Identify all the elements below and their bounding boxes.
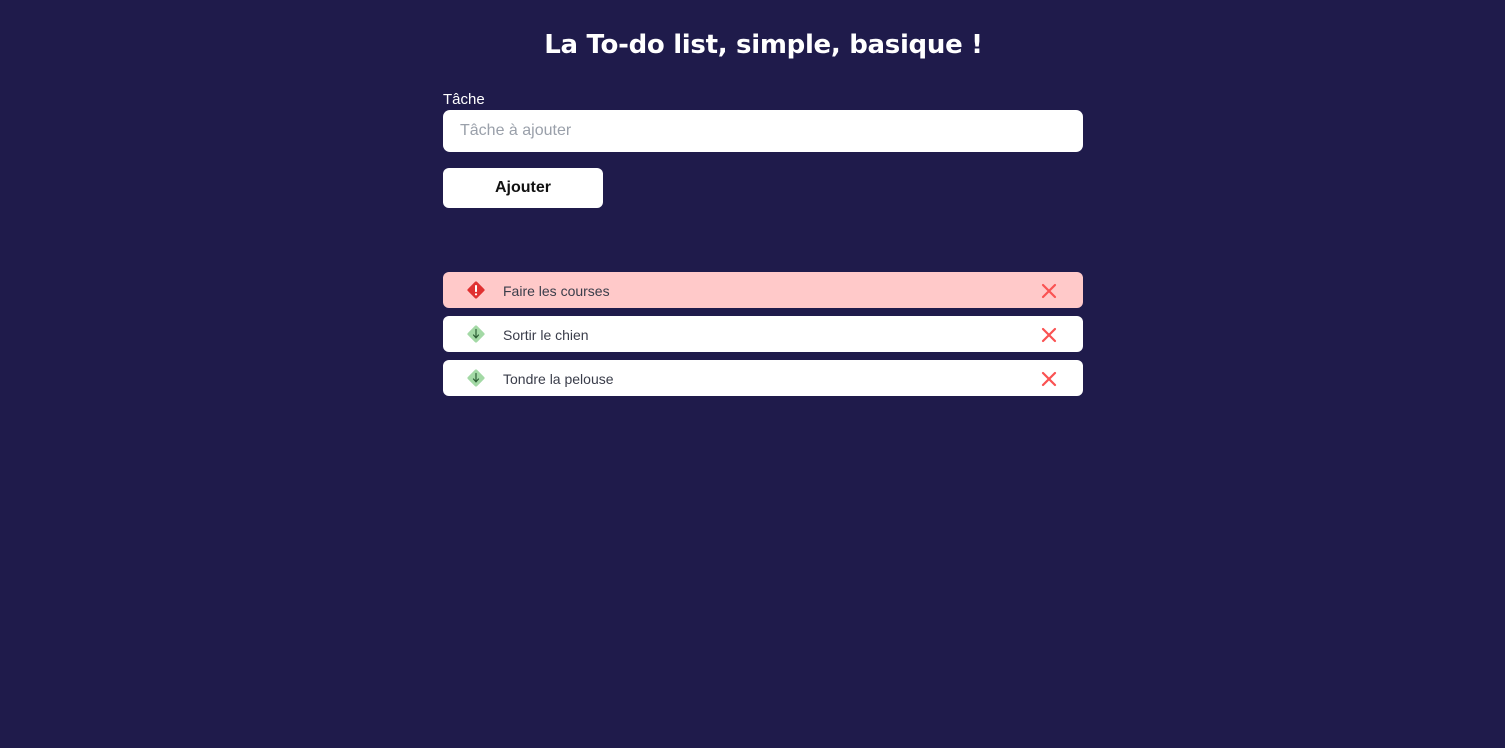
add-task-form: Tâche Ajouter <box>443 90 1083 208</box>
list-item: Faire les courses <box>443 272 1083 308</box>
arrow-down-diamond-icon <box>467 325 485 343</box>
close-icon[interactable] <box>1039 281 1059 301</box>
task-input[interactable] <box>443 110 1083 152</box>
page-title: La To-do list, simple, basique ! <box>544 30 983 60</box>
task-text: Tondre la pelouse <box>503 371 614 387</box>
task-field-label: Tâche <box>443 91 485 108</box>
todo-page: La To-do list, simple, basique ! Tâche A… <box>0 0 1505 748</box>
close-icon[interactable] <box>1039 369 1059 389</box>
task-list: Faire les courses Sortir le chien Tondre… <box>443 272 1083 404</box>
task-text: Sortir le chien <box>503 327 589 343</box>
close-icon[interactable] <box>1039 325 1059 345</box>
list-item: Sortir le chien <box>443 316 1083 352</box>
alert-diamond-icon <box>467 281 485 299</box>
add-button[interactable]: Ajouter <box>443 168 603 208</box>
task-text: Faire les courses <box>503 283 610 299</box>
arrow-down-diamond-icon <box>467 369 485 387</box>
list-item: Tondre la pelouse <box>443 360 1083 396</box>
